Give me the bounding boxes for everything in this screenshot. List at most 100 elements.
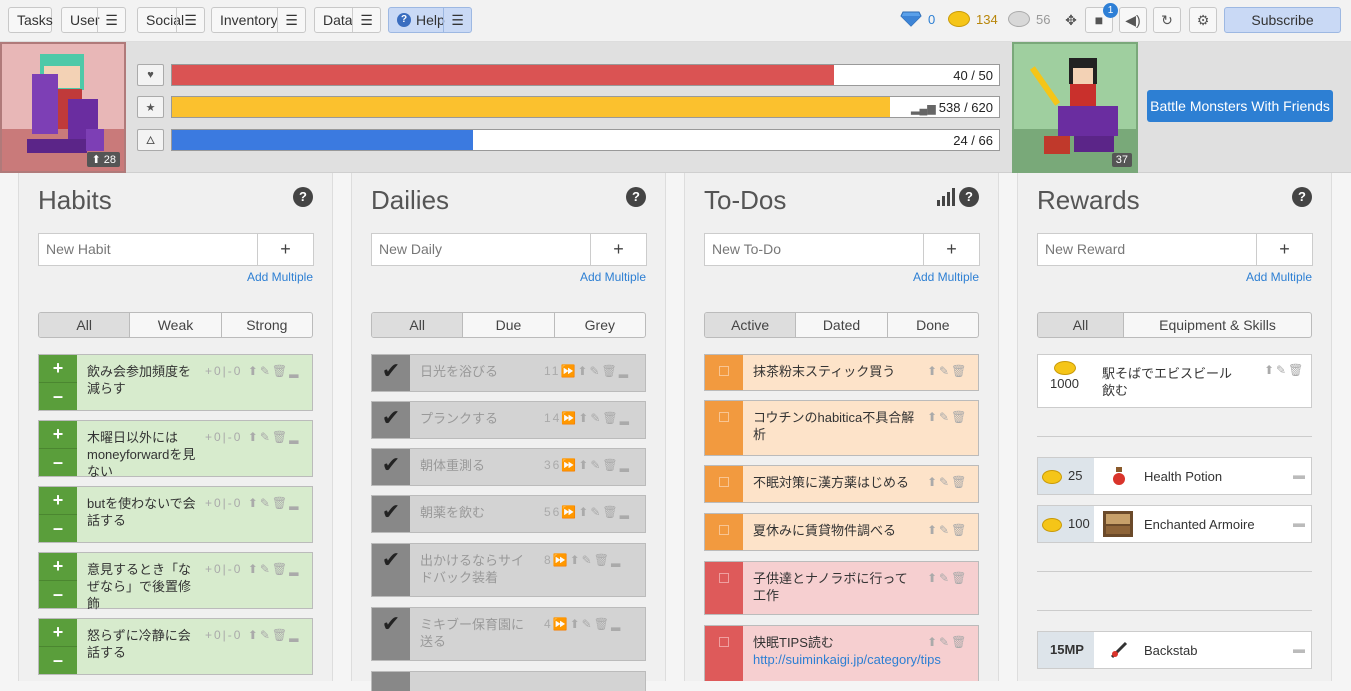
add-multiple-link[interactable]: Add Multiple: [580, 270, 646, 284]
todo-text[interactable]: 夏休みに賃貸物件調べる: [753, 522, 918, 539]
checkbox[interactable]: [705, 626, 743, 681]
nav-user[interactable]: User ☰: [61, 7, 126, 33]
filter-dated[interactable]: Dated: [795, 313, 886, 337]
checkmark-icon[interactable]: ✔: [372, 544, 410, 596]
todo-item[interactable]: 夏休みに賃貸物件調べる ⬆✎🗑: [704, 513, 979, 551]
task-tools[interactable]: 14⏩⬆✎🗑▂: [544, 410, 631, 427]
habit-text[interactable]: 木曜日以外にはmoneyforwardを見ない: [87, 429, 203, 480]
add-multiple-link[interactable]: Add Multiple: [247, 270, 313, 284]
todo-item[interactable]: コウチンのhabitica不具合解析 ⬆✎🗑: [704, 400, 979, 456]
task-tools[interactable]: +0|-0 ⬆✎🗑▂: [205, 429, 300, 446]
checkbox[interactable]: [705, 562, 743, 614]
item-text[interactable]: Health Potion: [1144, 469, 1222, 484]
habit-item[interactable]: + – 飲み会参加頻度を減らす +0|-0 ⬆✎🗑▂: [38, 354, 313, 411]
add-habit-button[interactable]: +: [258, 233, 314, 266]
task-tools[interactable]: +0|-0 ⬆✎🗑▂: [205, 627, 300, 644]
filter-active[interactable]: Active: [705, 313, 796, 337]
daily-item[interactable]: ✔ プランクする 14⏩⬆✎🗑▂: [371, 401, 646, 439]
help-icon[interactable]: ?: [959, 187, 979, 207]
minus-button[interactable]: –: [39, 647, 77, 674]
nav-tasks[interactable]: Tasks: [8, 7, 53, 33]
checkmark-icon[interactable]: ✔: [372, 355, 410, 391]
checkmark-icon[interactable]: ✔: [372, 496, 410, 532]
filter-weak[interactable]: Weak: [129, 313, 220, 337]
comment-icon[interactable]: ▬: [1293, 516, 1305, 530]
nav-inventory[interactable]: Inventory ☰: [211, 7, 306, 33]
task-tools[interactable]: 4⏩⬆✎🗑▂: [544, 616, 622, 633]
add-daily-button[interactable]: +: [591, 233, 647, 266]
gems-counter[interactable]: 0: [900, 11, 935, 27]
todo-item[interactable]: 子供達とナノラボに行って工作 ⬆✎🗑: [704, 561, 979, 615]
filter-grey[interactable]: Grey: [553, 313, 645, 337]
habit-text[interactable]: 怒らずに冷静に会話する: [87, 627, 203, 661]
filter-all[interactable]: All: [372, 313, 463, 337]
party-member-avatar[interactable]: 37: [1012, 42, 1138, 173]
habit-text[interactable]: 意見するとき「なぜなら」で後置修飾: [87, 561, 203, 612]
daily-text[interactable]: 出かけるならサイドバック装着: [420, 552, 536, 586]
filter-due[interactable]: Due: [462, 313, 553, 337]
help-icon[interactable]: ?: [626, 187, 646, 207]
shop-item[interactable]: 25 Health Potion ▬: [1037, 457, 1312, 495]
user-avatar[interactable]: ⬆ 28: [0, 42, 126, 173]
item-price[interactable]: 25: [1038, 458, 1094, 494]
daily-text[interactable]: 日光を浴びる: [420, 363, 536, 380]
habit-item[interactable]: + – 意見するとき「なぜなら」で後置修飾 +0|-0 ⬆✎🗑▂: [38, 552, 313, 612]
task-tools[interactable]: ⬆✎🗑: [927, 474, 968, 491]
todo-text[interactable]: 不眠対策に漢方薬はじめる: [753, 474, 918, 491]
task-tools[interactable]: 56⏩⬆✎🗑▂: [544, 504, 631, 521]
habit-item[interactable]: + – 木曜日以外にはmoneyforwardを見ない +0|-0 ⬆✎🗑▂: [38, 420, 313, 480]
custom-reward-item[interactable]: 1000 駅そばでエビスビール飲む ⬆✎🗑: [1037, 354, 1312, 408]
daily-item[interactable]: ✔ 朝薬を飲む 56⏩⬆✎🗑▂: [371, 495, 646, 533]
todo-text[interactable]: 快眠TIPS読む http://suiminkaigi.jp/category/t…: [753, 634, 953, 668]
todo-text[interactable]: 子供達とナノラボに行って工作: [753, 570, 918, 604]
menu-icon[interactable]: ☰: [176, 8, 204, 32]
subscribe-button[interactable]: Subscribe: [1224, 7, 1341, 33]
new-daily-input[interactable]: New Daily: [371, 233, 591, 266]
daily-item[interactable]: ✔ ミキブー保育園に送る 4⏩⬆✎🗑▂: [371, 607, 646, 661]
task-tools[interactable]: ⬆✎🗑: [927, 634, 968, 651]
filter-equipment-skills[interactable]: Equipment & Skills: [1123, 313, 1311, 337]
comment-icon[interactable]: ▬: [1293, 642, 1305, 656]
skill-cost[interactable]: 15MP: [1038, 632, 1094, 668]
signal-icon[interactable]: [936, 187, 956, 207]
checkmark-icon[interactable]: ✔: [372, 608, 410, 660]
add-reward-button[interactable]: +: [1257, 233, 1313, 266]
task-tools[interactable]: 36⏩⬆✎🗑▂: [544, 457, 631, 474]
comment-icon[interactable]: ▬: [1293, 468, 1305, 482]
skill-text[interactable]: Backstab: [1144, 643, 1197, 658]
checkbox[interactable]: [705, 466, 743, 502]
task-tools[interactable]: ⬆✎🗑: [927, 363, 968, 380]
task-tools[interactable]: 8⏩⬆✎🗑▂: [544, 552, 622, 569]
reward-price[interactable]: 1000: [1038, 355, 1094, 407]
todo-item[interactable]: 快眠TIPS読む http://suiminkaigi.jp/category/t…: [704, 625, 979, 681]
checkmark-icon[interactable]: ✔: [372, 449, 410, 485]
add-todo-button[interactable]: +: [924, 233, 980, 266]
todo-text[interactable]: コウチンのhabitica不具合解析: [753, 409, 918, 443]
daily-text[interactable]: 朝体重測る: [420, 457, 536, 474]
checkbox[interactable]: [705, 355, 743, 390]
sync-button[interactable]: ↻: [1153, 7, 1181, 33]
add-multiple-link[interactable]: Add Multiple: [913, 270, 979, 284]
skill-item[interactable]: 15MP Backstab ▬: [1037, 631, 1312, 669]
menu-icon[interactable]: ☰: [97, 8, 125, 32]
daily-item[interactable]: [371, 671, 646, 691]
battle-monsters-button[interactable]: Battle Monsters With Friends: [1147, 90, 1333, 122]
item-text[interactable]: Enchanted Armoire: [1144, 517, 1255, 532]
item-price[interactable]: 100: [1038, 506, 1094, 542]
nav-help[interactable]: ? Help ☰: [388, 7, 472, 33]
todo-item[interactable]: 不眠対策に漢方薬はじめる ⬆✎🗑: [704, 465, 979, 503]
task-tools[interactable]: ⬆✎🗑: [1264, 363, 1305, 377]
minus-button[interactable]: –: [39, 515, 77, 542]
checkmark-icon[interactable]: [372, 672, 410, 691]
filter-strong[interactable]: Strong: [220, 313, 312, 337]
task-tools[interactable]: +0|-0 ⬆✎🗑▂: [205, 363, 300, 380]
shop-item[interactable]: 100 Enchanted Armoire ▬: [1037, 505, 1312, 543]
habit-item[interactable]: + – 怒らずに冷静に会話する +0|-0 ⬆✎🗑▂: [38, 618, 313, 675]
daily-text[interactable]: プランクする: [420, 410, 536, 427]
reward-text[interactable]: 駅そばでエビスビール飲む: [1102, 365, 1232, 399]
task-tools[interactable]: ⬆✎🗑: [927, 409, 968, 426]
checkbox[interactable]: [705, 514, 743, 550]
daily-text[interactable]: ミキブー保育園に送る: [420, 616, 536, 650]
menu-icon[interactable]: ☰: [352, 8, 380, 32]
daily-item[interactable]: ✔ 日光を浴びる 11⏩⬆✎🗑▂: [371, 354, 646, 392]
